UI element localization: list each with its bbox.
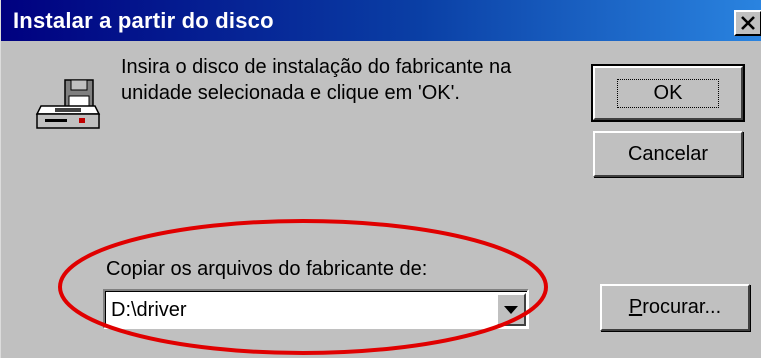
source-path-value[interactable]: D:\driver	[111, 299, 187, 322]
browse-accelerator: P	[628, 296, 643, 318]
combobox-field[interactable]: D:\driver	[105, 291, 527, 327]
dialog-title: Instalar a partir do disco	[13, 8, 274, 33]
dropdown-button[interactable]	[496, 293, 526, 326]
instruction-text: Insira o disco de instalação do fabrican…	[121, 56, 512, 104]
source-path-combobox[interactable]: D:\driver	[103, 289, 529, 329]
ok-button-label: OK	[616, 78, 720, 108]
cancel-button-label: Cancelar	[627, 142, 709, 165]
ok-button[interactable]: OK	[591, 64, 745, 122]
chevron-down-icon	[504, 305, 518, 314]
browse-label-rest: rocurar...	[642, 296, 722, 318]
copy-from-label: Copiar os arquivos do fabricante de:	[106, 258, 428, 280]
cancel-button[interactable]: Cancelar	[593, 131, 743, 177]
install-from-disk-dialog: Instalar a partir do disco Insira o disc…	[0, 0, 761, 358]
browse-button[interactable]: Procurar...	[600, 284, 750, 331]
close-button[interactable]	[734, 10, 761, 36]
title-bar[interactable]: Instalar a partir do disco	[1, 0, 761, 41]
close-icon	[741, 16, 755, 30]
floppy-drive-icon	[35, 79, 101, 129]
browse-button-label: Procurar...	[629, 296, 721, 319]
